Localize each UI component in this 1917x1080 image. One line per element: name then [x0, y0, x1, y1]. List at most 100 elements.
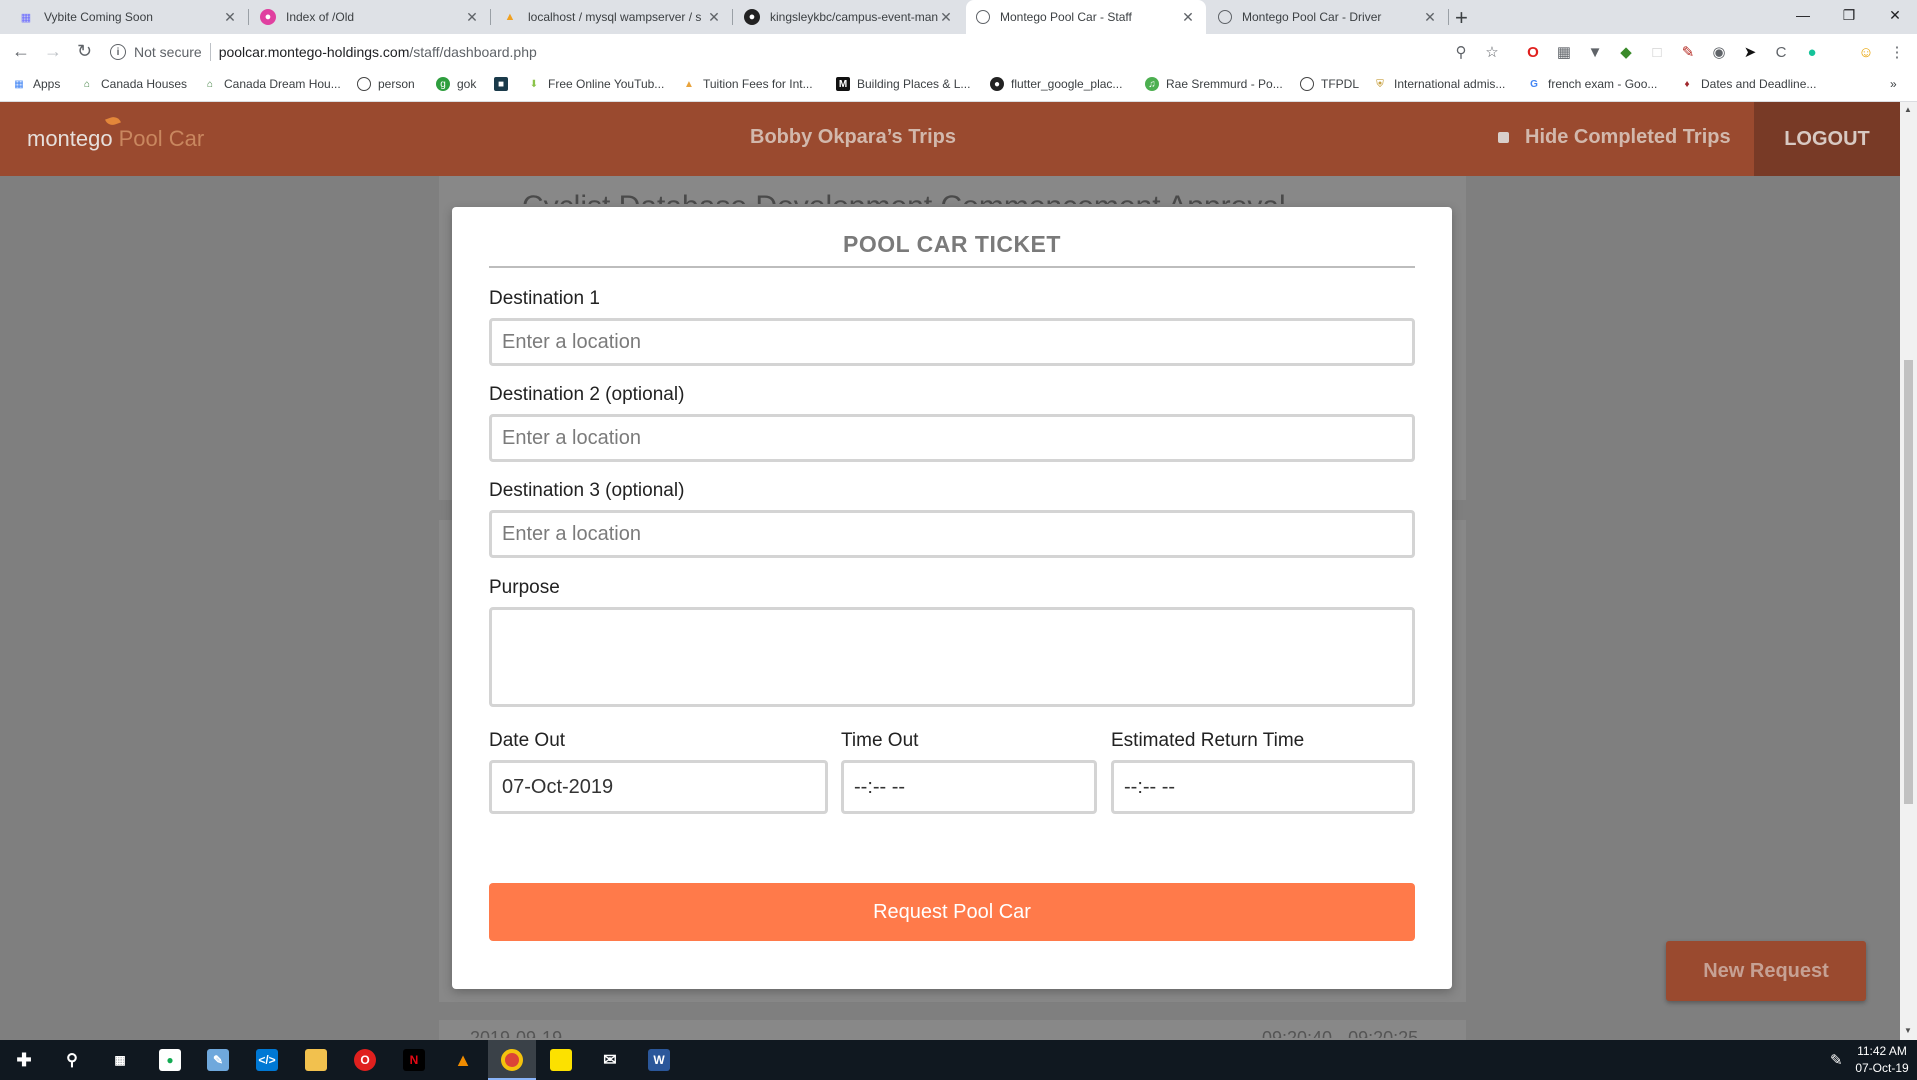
back-arrow-icon[interactable]: ← — [12, 41, 30, 62]
more-menu-icon[interactable]: ⋮ — [1888, 43, 1906, 61]
bookmark-flutter-google[interactable]: ● flutter_google_plac... — [990, 77, 1122, 91]
notes-app[interactable]: ✎ — [194, 1040, 242, 1080]
tab-phpmyadmin[interactable]: ▲ localhost / mysql wampserver / s ✕ — [492, 0, 732, 34]
notes-icon: ✎ — [207, 1049, 229, 1071]
camera-extension-icon[interactable]: ◉ — [1710, 43, 1728, 61]
cursor-extension-icon[interactable]: ➤ — [1741, 43, 1759, 61]
bookmark-label: Tuition Fees for Int... — [703, 77, 813, 91]
trip-date: 2019-09-19 — [470, 1028, 563, 1038]
grammarly-icon[interactable]: ● — [1803, 43, 1821, 61]
translate-extension-icon[interactable]: ▦ — [1555, 43, 1573, 61]
restore-icon[interactable]: ❐ — [1826, 0, 1872, 30]
github-icon: ● — [744, 9, 760, 25]
task-view-icon: ▦ — [114, 1053, 126, 1067]
close-icon[interactable]: ✕ — [222, 9, 238, 26]
forward-arrow-icon[interactable]: → — [44, 41, 62, 62]
purpose-textarea[interactable] — [489, 607, 1415, 707]
destination3-label: Destination 3 (optional) — [489, 480, 685, 501]
tab-github-campus[interactable]: ● kingsleykbc/campus-event-mana ✕ — [734, 0, 964, 34]
url-path: /staff/dashboard.php — [409, 44, 537, 60]
bookmark-canada-dream[interactable]: ⌂ Canada Dream Hou... — [203, 77, 341, 91]
blank-extension-icon[interactable]: □ — [1648, 43, 1666, 61]
pen-icon[interactable]: ✎ — [1830, 1051, 1843, 1069]
music-icon: ♫ — [1145, 77, 1159, 91]
bookmark-french-exam[interactable]: Gfrench exam - Goo... — [1527, 77, 1657, 91]
bookmark-rae-sremmurd[interactable]: ♫ Rae Sremmurd - Po... — [1145, 77, 1283, 91]
return-time-input[interactable]: --:-- -- — [1111, 760, 1415, 814]
tab-vybite[interactable]: ▦ Vybite Coming Soon ✕ — [8, 0, 248, 34]
bookmark-label: gok — [457, 77, 477, 91]
address-bar[interactable]: i Not secure poolcar.montego-holdings.co… — [110, 38, 1480, 66]
page-scrollbar[interactable]: ▲ ▼ — [1900, 102, 1917, 1040]
date-out-input[interactable]: 07-Oct-2019 — [489, 760, 828, 814]
request-pool-car-button[interactable]: Request Pool Car — [489, 883, 1415, 941]
close-icon[interactable]: ✕ — [1422, 9, 1438, 26]
logo[interactable]: montego Pool Car — [27, 114, 204, 152]
netflix-app[interactable]: N — [390, 1040, 438, 1080]
close-icon[interactable]: ✕ — [706, 9, 722, 26]
time-out-value: --:-- -- — [854, 775, 906, 798]
file-explorer-app[interactable] — [292, 1040, 340, 1080]
close-window-icon[interactable]: ✕ — [1872, 0, 1917, 30]
bookmark-square[interactable]: ■ — [494, 77, 515, 91]
new-tab-icon[interactable]: + — [1455, 5, 1468, 31]
start-button[interactable]: ✚ — [0, 1040, 48, 1080]
vue-extension-icon[interactable]: ▼ — [1586, 43, 1604, 61]
pdf-extension-icon[interactable]: ✎ — [1679, 43, 1697, 61]
opera-extension-icon[interactable]: O — [1524, 43, 1542, 61]
search-button[interactable]: ⚲ — [48, 1040, 96, 1080]
bookmark-canada-houses[interactable]: ⌂ Canada Houses — [80, 77, 187, 91]
hide-completed-checkbox[interactable] — [1498, 132, 1509, 143]
tab-montego-staff[interactable]: Montego Pool Car - Staff ✕ — [966, 0, 1206, 34]
time-out-input[interactable]: --:-- -- — [841, 760, 1097, 814]
destination3-input[interactable] — [489, 510, 1415, 558]
bookmark-tuition-fees[interactable]: ▲ Tuition Fees for Int... — [682, 77, 813, 91]
vscode-icon: </> — [256, 1049, 278, 1071]
minimize-icon[interactable]: — — [1780, 0, 1826, 30]
bookmark-gok[interactable]: g gok — [436, 77, 476, 91]
bookmark-tfpdl[interactable]: TFPDL — [1300, 77, 1359, 91]
return-time-label: Estimated Return Time — [1111, 730, 1305, 751]
bookmark-star-icon[interactable]: ☆ — [1483, 43, 1501, 61]
close-icon[interactable]: ✕ — [1180, 9, 1196, 26]
more-bookmarks-icon[interactable]: » — [1890, 77, 1897, 91]
bookmark-person[interactable]: person — [357, 77, 415, 91]
destination2-input[interactable] — [489, 414, 1415, 462]
sticky-notes-app[interactable] — [537, 1040, 585, 1080]
bookmark-label: french exam - Goo... — [1548, 77, 1658, 91]
mongodb-app[interactable]: ● — [146, 1040, 194, 1080]
info-icon[interactable]: i — [110, 44, 126, 60]
bookmark-apps[interactable]: ▦ Apps — [12, 77, 60, 91]
tab-index-old[interactable]: ● Index of /Old ✕ — [250, 0, 490, 34]
word-app[interactable]: W — [635, 1040, 683, 1080]
vlc-app[interactable]: ▲ — [439, 1040, 487, 1080]
profile-avatar-icon[interactable]: ☺ — [1857, 43, 1875, 61]
system-clock[interactable]: 11:42 AM 07-Oct-19 — [1852, 1043, 1912, 1077]
new-request-button[interactable]: New Request — [1666, 941, 1866, 1001]
close-icon[interactable]: ✕ — [938, 9, 954, 26]
hide-completed-label: Hide Completed Trips — [1525, 126, 1731, 148]
scroll-up-icon[interactable]: ▲ — [1904, 105, 1912, 114]
logout-button[interactable]: LOGOUT — [1754, 102, 1900, 176]
opera-app[interactable]: O — [341, 1040, 389, 1080]
bookmark-international-admissions[interactable]: ⛨ International admis... — [1373, 77, 1505, 91]
bookmark-dates-deadlines[interactable]: ♦ Dates and Deadline... — [1680, 77, 1816, 91]
destination1-input[interactable] — [489, 318, 1415, 366]
scroll-down-icon[interactable]: ▼ — [1904, 1026, 1912, 1035]
tab-divider — [1448, 9, 1449, 25]
scrollbar-thumb[interactable] — [1904, 360, 1913, 804]
chrome-app[interactable] — [488, 1040, 536, 1080]
bookmark-youtube-downloader[interactable]: ⬇ Free Online YouTub... — [527, 77, 665, 91]
vscode-app[interactable]: </> — [243, 1040, 291, 1080]
close-icon[interactable]: ✕ — [464, 9, 480, 26]
tab-montego-driver[interactable]: Montego Pool Car - Driver ✕ — [1208, 0, 1448, 34]
bookmark-building-places[interactable]: M Building Places & L... — [836, 77, 970, 91]
reload-icon[interactable]: ↻ — [77, 41, 92, 62]
colorful-extension-icon[interactable]: ◆ — [1617, 43, 1635, 61]
task-view-button[interactable]: ▦ — [96, 1040, 144, 1080]
mail-app[interactable]: ✉ — [586, 1040, 634, 1080]
tab-title: localhost / mysql wampserver / s — [528, 10, 702, 24]
hide-completed-toggle[interactable]: Hide Completed Trips — [1498, 126, 1731, 149]
code-extension-icon[interactable]: C — [1772, 43, 1790, 61]
zoom-icon[interactable]: ⚲ — [1452, 43, 1470, 61]
